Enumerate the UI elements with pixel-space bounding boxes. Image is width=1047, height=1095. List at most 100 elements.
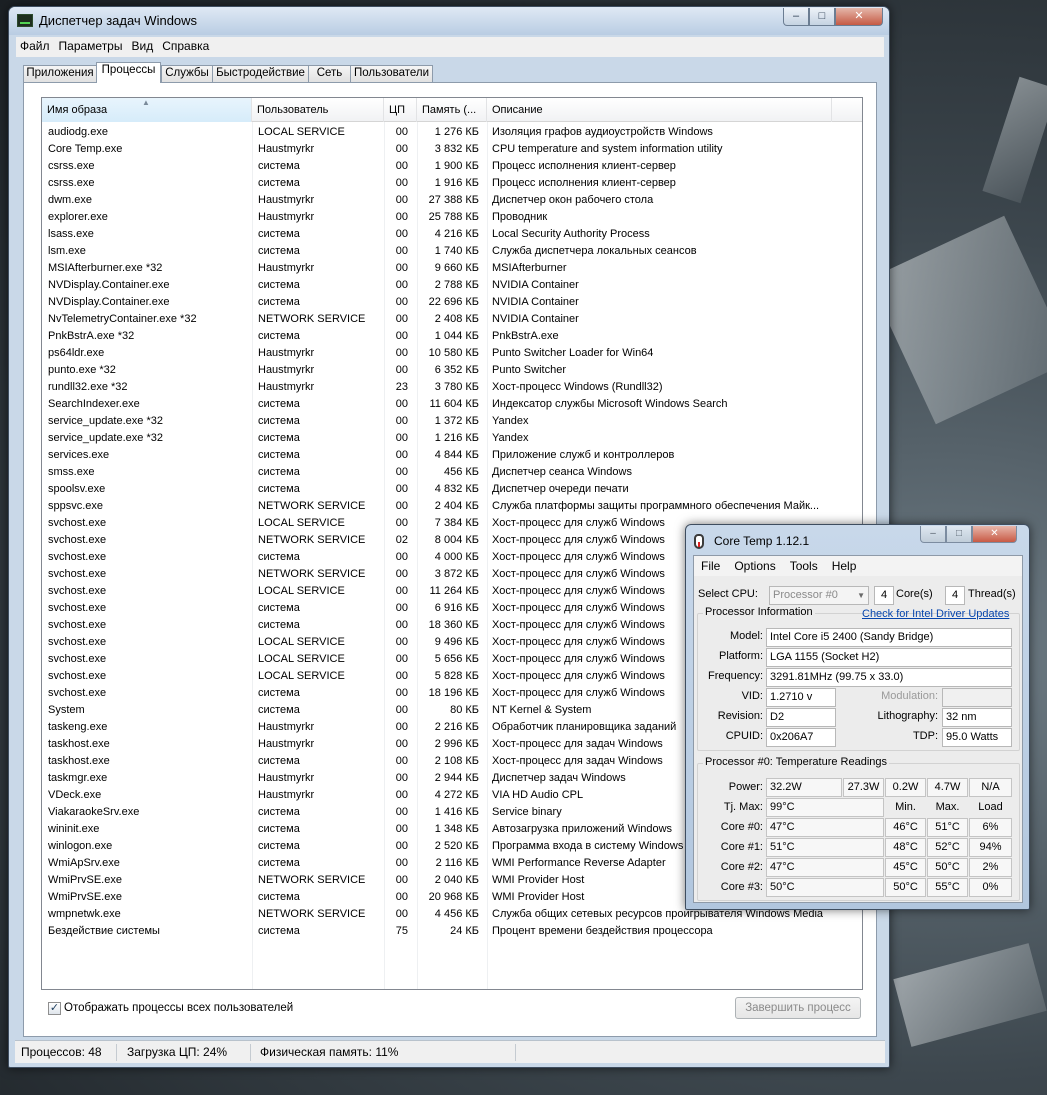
table-row[interactable]: Бездействие системы система 75 24 КБ Процент… <box>42 923 862 940</box>
title-bar[interactable]: Диспетчер задач Windows – □ ✕ <box>9 7 889 35</box>
vid-value: 1.2710 v <box>766 688 836 707</box>
table-row[interactable]: Core Temp.exe Haustmyrkr 00 3 832 КБ CPU tem… <box>42 141 862 158</box>
process-cpu: 00 <box>395 840 408 852</box>
revision-value: D2 <box>766 708 836 727</box>
process-user: Haustmyrkr <box>258 381 315 393</box>
coretemp-minimize-button[interactable]: – <box>920 526 946 543</box>
table-row[interactable]: punto.exe *32 Haustmyrkr 00 6 352 КБ Punto S… <box>42 362 862 379</box>
process-cpu: 00 <box>395 738 408 750</box>
process-cpu: 00 <box>395 874 408 886</box>
process-user: NETWORK SERVICE <box>258 568 366 580</box>
table-row[interactable]: NvTelemetryContainer.exe *32 NETWORK SERV… <box>42 311 862 328</box>
maximize-button[interactable]: □ <box>809 8 835 26</box>
process-name: VDeck.exe <box>48 789 102 801</box>
table-row[interactable]: explorer.exe Haustmyrkr 00 25 788 КБ Проводн… <box>42 209 862 226</box>
core-temperature: 51°C <box>766 838 884 857</box>
coretemp-maximize-button[interactable]: □ <box>946 526 972 543</box>
menu-tools[interactable]: Tools <box>783 556 825 573</box>
column-image-name[interactable]: ▲ Имя образа <box>42 98 252 122</box>
column-cpu[interactable]: ЦП <box>384 98 417 122</box>
process-cpu: 00 <box>395 772 408 784</box>
column-user[interactable]: Пользователь <box>252 98 384 122</box>
process-description: Процент времени бездействия процессора <box>492 925 713 937</box>
tab-performance[interactable]: Быстродействие <box>212 65 309 82</box>
coretemp-close-button[interactable]: ✕ <box>972 526 1017 543</box>
menu-help[interactable]: Справка <box>158 37 214 53</box>
end-process-button[interactable]: Завершить процесс <box>735 997 861 1019</box>
table-row[interactable]: csrss.exe система 00 1 900 КБ Процесс исполн… <box>42 158 862 175</box>
table-row[interactable]: lsm.exe система 00 1 740 КБ Служба диспетчер… <box>42 243 862 260</box>
thread-count: 4 <box>945 586 965 605</box>
process-name: dwm.exe <box>48 194 93 206</box>
table-row[interactable]: services.exe система 00 4 844 КБ Приложение … <box>42 447 862 464</box>
table-row[interactable]: service_update.exe *32 система 00 1 216 КБ Y… <box>42 430 862 447</box>
process-name: PnkBstrA.exe *32 <box>48 330 135 342</box>
coretemp-title-bar[interactable]: Core Temp 1.12.1 – □ ✕ <box>686 525 1029 555</box>
table-row[interactable]: PnkBstrA.exe *32 система 00 1 044 КБ PnkBstr… <box>42 328 862 345</box>
process-cpu: 00 <box>395 211 408 223</box>
menu-file[interactable]: File <box>694 556 727 573</box>
menu-view[interactable]: Вид <box>127 37 158 53</box>
core-load: 0% <box>969 878 1012 897</box>
column-memory[interactable]: Память (... <box>417 98 487 122</box>
process-user: NETWORK SERVICE <box>258 534 366 546</box>
menu-file[interactable]: Файл <box>16 37 55 53</box>
process-user: LOCAL SERVICE <box>258 126 345 138</box>
process-user: Haustmyrkr <box>258 789 315 801</box>
table-row[interactable]: audiodg.exe LOCAL SERVICE 00 1 276 КБ Изоляц… <box>42 124 862 141</box>
menu-help[interactable]: Help <box>825 556 864 573</box>
model-label: Model: <box>729 630 763 642</box>
select-cpu-dropdown[interactable]: Processor #0 ▼ <box>769 586 869 605</box>
show-all-label[interactable]: Отображать процессы всех пользователей <box>64 1002 293 1014</box>
table-row[interactable]: NVDisplay.Container.exe система 00 2 788 КБ… <box>42 277 862 294</box>
driver-updates-link[interactable]: Check for Intel Driver Updates <box>862 608 1009 620</box>
table-row[interactable]: spoolsv.exe система 00 4 832 КБ Диспетчер оч… <box>42 481 862 498</box>
minimize-button[interactable]: – <box>783 8 809 26</box>
table-row[interactable]: sppsvc.exe NETWORK SERVICE 00 2 404 КБ Служб… <box>42 498 862 515</box>
table-row[interactable]: service_update.exe *32 система 00 1 372 КБ Y… <box>42 413 862 430</box>
process-memory: 3 832 КБ <box>434 143 479 155</box>
table-row[interactable]: csrss.exe система 00 1 916 КБ Процесс исполн… <box>42 175 862 192</box>
table-row[interactable]: smss.exe система 00 456 КБ Диспетчер сеанса … <box>42 464 862 481</box>
tdp-label: TDP: <box>912 730 938 742</box>
process-user: LOCAL SERVICE <box>258 517 345 529</box>
process-memory: 6 916 КБ <box>434 602 479 614</box>
table-row[interactable]: SearchIndexer.exe система 00 11 604 КБ Индек… <box>42 396 862 413</box>
table-row[interactable]: rundll32.exe *32 Haustmyrkr 23 3 780 КБ Хост… <box>42 379 862 396</box>
menu-options[interactable]: Options <box>727 556 782 573</box>
process-user: NETWORK SERVICE <box>258 908 366 920</box>
process-cpu: 00 <box>395 313 408 325</box>
close-button[interactable]: ✕ <box>835 8 883 26</box>
table-row[interactable]: ps64ldr.exe Haustmyrkr 00 10 580 КБ Punto Sw… <box>42 345 862 362</box>
process-name: csrss.exe <box>48 160 95 172</box>
process-memory: 20 968 КБ <box>428 891 479 903</box>
process-cpu: 00 <box>395 126 408 138</box>
process-name: Бездействие системы <box>48 925 160 937</box>
process-cpu: 00 <box>395 347 408 359</box>
menu-options[interactable]: Параметры <box>55 37 128 53</box>
tab-network[interactable]: Сеть <box>308 65 351 82</box>
process-memory: 2 040 КБ <box>434 874 479 886</box>
process-cpu: 00 <box>395 483 408 495</box>
process-description: CPU temperature and system information u… <box>492 143 723 155</box>
process-memory: 4 216 КБ <box>434 228 479 240</box>
min-header: Min. <box>895 801 916 813</box>
tab-processes[interactable]: Процессы <box>96 62 161 83</box>
show-all-checkbox[interactable]: ✓ <box>48 1002 61 1015</box>
table-row[interactable]: dwm.exe Haustmyrkr 00 27 388 КБ Диспетчер ок… <box>42 192 862 209</box>
tab-applications[interactable]: Приложения <box>23 65 97 82</box>
process-memory: 24 КБ <box>450 925 479 937</box>
table-row[interactable]: NVDisplay.Container.exe система 00 22 696 К… <box>42 294 862 311</box>
process-user: Haustmyrkr <box>258 211 315 223</box>
process-name: Core Temp.exe <box>48 143 123 155</box>
process-name: sppsvc.exe <box>48 500 104 512</box>
process-name: explorer.exe <box>48 211 108 223</box>
process-name: lsass.exe <box>48 228 94 240</box>
process-name: WmiPrvSE.exe <box>48 874 122 886</box>
tab-users[interactable]: Пользователи <box>350 65 433 82</box>
table-row[interactable]: MSIAfterburner.exe *32 Haustmyrkr 00 9 660 … <box>42 260 862 277</box>
process-name: ViakaraokeSrv.exe <box>48 806 140 818</box>
table-row[interactable]: lsass.exe система 00 4 216 КБ Local Security… <box>42 226 862 243</box>
column-description[interactable]: Описание <box>487 98 832 122</box>
tab-services[interactable]: Службы <box>161 65 213 82</box>
